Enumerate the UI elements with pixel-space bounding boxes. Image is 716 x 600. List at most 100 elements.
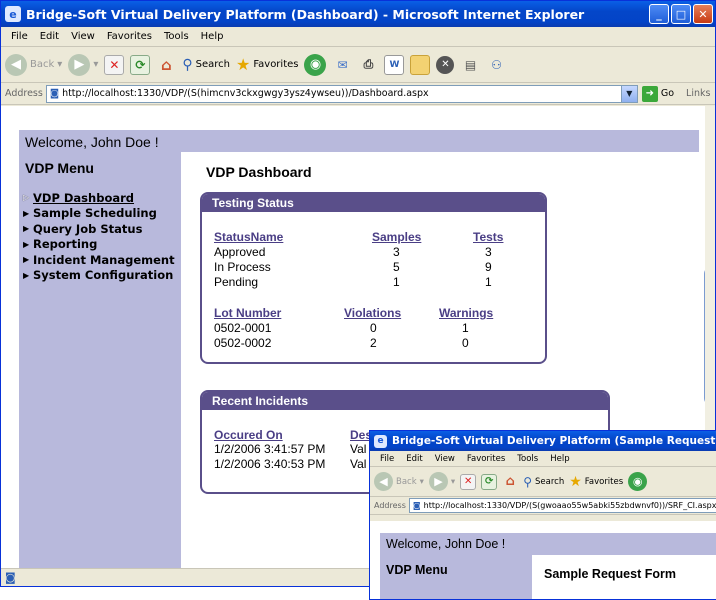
media-icon[interactable]: ◉ bbox=[628, 472, 648, 491]
menu-item-label[interactable]: VDP Dashboard bbox=[33, 191, 134, 205]
menu-view[interactable]: View bbox=[65, 31, 101, 42]
table-cell: 3 bbox=[485, 245, 492, 259]
forward-arrow-icon: ▶ bbox=[428, 472, 448, 491]
search-button[interactable]: ⚲ Search bbox=[523, 475, 564, 489]
back-label: Back bbox=[396, 476, 417, 487]
forward-button[interactable]: ▶ ▾ bbox=[428, 472, 455, 491]
forward-button[interactable]: ▶ ▾ bbox=[68, 53, 98, 76]
minimize-button[interactable]: _ bbox=[649, 4, 669, 24]
table-cell: Val bbox=[350, 442, 367, 456]
menu-item-incident-management[interactable]: ▶ Incident Management bbox=[23, 252, 175, 268]
panel-title: Testing Status bbox=[202, 194, 545, 212]
menu-tools[interactable]: Tools bbox=[511, 454, 544, 464]
print-icon[interactable]: ⎙ bbox=[358, 55, 378, 75]
column-header[interactable]: Samples bbox=[372, 230, 421, 244]
address-label: Address bbox=[374, 501, 406, 510]
window-title: Bridge-Soft Virtual Delivery Platform (D… bbox=[26, 6, 585, 22]
page-content: Welcome, John Doe ! VDP Menu Sample Requ… bbox=[370, 521, 716, 599]
search-icon: ⚲ bbox=[182, 56, 193, 73]
media-icon[interactable]: ◉ bbox=[304, 53, 327, 76]
maximize-button[interactable]: □ bbox=[671, 4, 691, 24]
menu-title: VDP Menu bbox=[386, 563, 448, 577]
menu-view[interactable]: View bbox=[429, 454, 461, 464]
menu-item-reporting[interactable]: ▶ Reporting bbox=[23, 237, 175, 253]
table-cell: 2 bbox=[370, 336, 377, 350]
menu-item-label: Query Job Status bbox=[33, 221, 143, 236]
search-icon: ⚲ bbox=[523, 474, 532, 489]
go-button[interactable]: ➜ Go bbox=[641, 85, 675, 102]
welcome-banner: Welcome, John Doe ! bbox=[380, 533, 716, 555]
title-bar[interactable]: e Bridge-Soft Virtual Delivery Platform … bbox=[370, 431, 716, 451]
address-url: http://localhost:1330/VDP/(S(gwoaao55w5a… bbox=[423, 501, 716, 510]
menu-edit[interactable]: Edit bbox=[400, 454, 428, 464]
menu-help[interactable]: Help bbox=[544, 454, 575, 464]
address-bar: Address ◙ http://localhost:1330/VDP/(S(h… bbox=[1, 83, 715, 105]
favorites-button[interactable]: ★ Favorites bbox=[236, 55, 299, 74]
ie-logo-icon: e bbox=[374, 434, 387, 448]
page-icon: ◙ bbox=[49, 88, 60, 99]
table-cell: 1/2/2006 3:41:57 PM bbox=[214, 442, 326, 456]
favorites-button[interactable]: ★ Favorites bbox=[569, 474, 623, 490]
stop-icon[interactable]: ✕ bbox=[104, 54, 125, 75]
favorites-label: Favorites bbox=[253, 59, 299, 70]
refresh-icon[interactable]: ⟳ bbox=[481, 473, 498, 490]
menu-tools[interactable]: Tools bbox=[158, 31, 195, 42]
menu-item-sample-scheduling[interactable]: ▶ Sample Scheduling bbox=[23, 206, 175, 222]
folder-icon[interactable] bbox=[410, 54, 431, 75]
table-cell: Pending bbox=[214, 275, 259, 289]
address-dropdown-icon[interactable]: ▼ bbox=[620, 85, 637, 102]
home-icon[interactable]: ⌂ bbox=[502, 474, 518, 490]
menu-help[interactable]: Help bbox=[195, 31, 230, 42]
window-title: Bridge-Soft Virtual Delivery Platform (S… bbox=[392, 435, 716, 447]
triangle-right-icon: ▶ bbox=[23, 255, 30, 265]
edit-icon[interactable]: W bbox=[384, 54, 405, 75]
column-header[interactable]: StatusName bbox=[214, 230, 283, 244]
back-button[interactable]: ◀ Back ▾ bbox=[374, 472, 424, 491]
menu-file[interactable]: File bbox=[374, 454, 400, 464]
table-cell: 5 bbox=[393, 260, 400, 274]
panel-title: Recent Incidents bbox=[202, 392, 608, 410]
home-icon[interactable]: ⌂ bbox=[156, 55, 176, 75]
sidebar: VDP Menu ▷ VDP Dashboard ▶ Sample Schedu… bbox=[19, 152, 181, 570]
column-header[interactable]: Lot Number bbox=[214, 306, 281, 320]
favorites-label: Favorites bbox=[584, 476, 624, 487]
column-header[interactable]: Violations bbox=[344, 306, 401, 320]
back-button[interactable]: ◀ Back ▾ bbox=[5, 53, 62, 76]
refresh-icon[interactable]: ⟳ bbox=[130, 54, 151, 75]
menu-item-label: Reporting bbox=[33, 237, 98, 252]
address-input[interactable]: ◙ http://localhost:1330/VDP/(S(gwoaao55w… bbox=[408, 498, 716, 513]
stop-icon[interactable]: ✕ bbox=[460, 473, 477, 490]
research-icon[interactable]: ▤ bbox=[460, 55, 480, 75]
menu-bar: File Edit View Favorites Tools Help bbox=[370, 451, 716, 467]
triangle-right-icon: ▶ bbox=[23, 239, 30, 249]
sample-request-window: e Bridge-Soft Virtual Delivery Platform … bbox=[369, 430, 716, 600]
block-icon[interactable]: ✕ bbox=[436, 55, 455, 74]
triangle-right-icon: ▷ bbox=[23, 193, 30, 203]
go-label: Go bbox=[660, 88, 675, 99]
menu-item-vdp-dashboard[interactable]: ▷ VDP Dashboard bbox=[23, 190, 175, 206]
column-header[interactable]: Occured On bbox=[214, 428, 283, 442]
menu-item-system-configuration[interactable]: ▶ System Configuration bbox=[23, 268, 175, 284]
back-label: Back bbox=[30, 59, 55, 70]
links-button[interactable]: Links bbox=[686, 88, 710, 99]
menu-file[interactable]: File bbox=[5, 31, 34, 42]
toolbar: ◀ Back ▾ ▶ ▾ ✕ ⟳ ⌂ ⚲ Search ★ Favorites … bbox=[1, 47, 715, 83]
menu-favorites[interactable]: Favorites bbox=[461, 454, 511, 464]
triangle-right-icon: ▶ bbox=[23, 270, 30, 280]
close-button[interactable]: ✕ bbox=[693, 4, 713, 24]
page-status-icon: ◙ bbox=[5, 571, 16, 584]
column-header[interactable]: Tests bbox=[473, 230, 503, 244]
menu-edit[interactable]: Edit bbox=[34, 31, 65, 42]
mail-icon[interactable]: ✉ bbox=[332, 55, 352, 75]
forward-arrow-icon: ▶ bbox=[68, 53, 91, 76]
column-header[interactable]: Warnings bbox=[439, 306, 493, 320]
menu-favorites[interactable]: Favorites bbox=[101, 31, 158, 42]
title-bar[interactable]: e Bridge-Soft Virtual Delivery Platform … bbox=[1, 1, 715, 27]
table-cell: 1 bbox=[393, 275, 400, 289]
search-button[interactable]: ⚲ Search bbox=[182, 57, 230, 73]
table-cell: 0502-0001 bbox=[214, 321, 272, 335]
address-bar: Address ◙ http://localhost:1330/VDP/(S(g… bbox=[370, 497, 716, 515]
menu-item-query-job-status[interactable]: ▶ Query Job Status bbox=[23, 221, 175, 237]
messenger-icon[interactable]: ⚇ bbox=[486, 55, 506, 75]
address-input[interactable]: ◙ http://localhost:1330/VDP/(S(himcnv3ck… bbox=[45, 84, 638, 103]
